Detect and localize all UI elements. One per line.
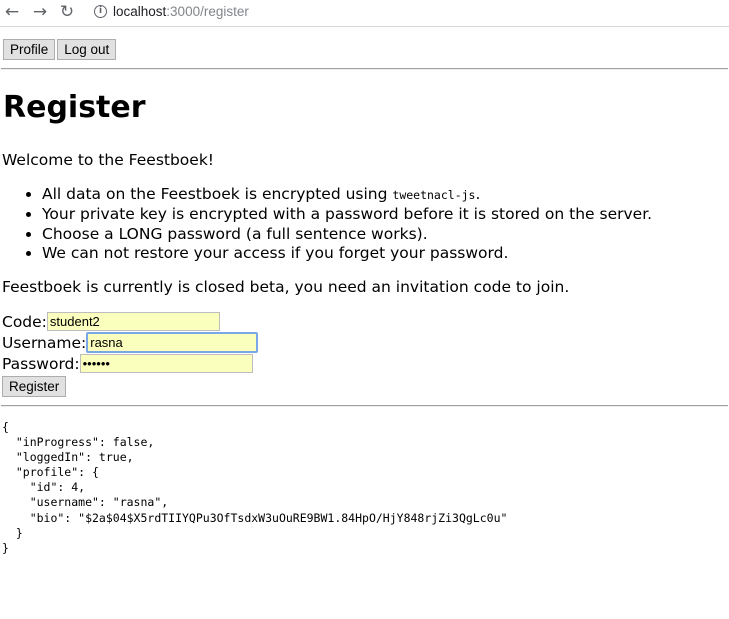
profile-button[interactable]: Profile bbox=[3, 39, 56, 60]
address-bar[interactable]: i localhost:3000/register bbox=[86, 1, 729, 23]
logout-button[interactable]: Log out bbox=[57, 39, 117, 60]
username-input[interactable] bbox=[86, 332, 259, 353]
back-arrow-icon[interactable]: ← bbox=[2, 3, 22, 23]
state-json-dump: { "inProgress": false, "loggedIn": true,… bbox=[2, 420, 508, 555]
list-item-text: All data on the Feestboek is encrypted u… bbox=[42, 185, 393, 203]
welcome-text: Welcome to the Feestboek! bbox=[2, 151, 215, 169]
list-item: All data on the Feestboek is encrypted u… bbox=[42, 185, 652, 205]
beta-note: Feestboek is currently is closed beta, y… bbox=[2, 278, 570, 296]
username-row: Username: bbox=[2, 332, 259, 354]
divider-top bbox=[1, 68, 728, 70]
reload-icon[interactable]: ↻ bbox=[57, 3, 77, 23]
list-item-suffix: . bbox=[475, 185, 481, 203]
list-item: Choose a LONG password (a full sentence … bbox=[42, 225, 652, 244]
account-toolbar: Profile Log out bbox=[3, 39, 117, 60]
password-input[interactable] bbox=[79, 354, 253, 373]
library-name: tweetnacl-js bbox=[392, 188, 476, 202]
password-label: Password: bbox=[2, 355, 80, 373]
url-host: localhost bbox=[113, 4, 167, 19]
list-item: We can not restore your access if you fo… bbox=[42, 244, 652, 263]
list-item: Your private key is encrypted with a pas… bbox=[42, 205, 652, 224]
username-label: Username: bbox=[2, 334, 87, 352]
password-row: Password: bbox=[2, 354, 253, 375]
info-list: All data on the Feestboek is encrypted u… bbox=[2, 185, 652, 263]
register-button[interactable]: Register bbox=[2, 376, 67, 397]
page-title: Register bbox=[3, 90, 146, 125]
divider-bottom bbox=[1, 405, 728, 407]
info-icon[interactable]: i bbox=[94, 5, 107, 18]
code-label: Code: bbox=[2, 313, 47, 331]
browser-toolbar: ← → ↻ i localhost:3000/register bbox=[0, 0, 729, 27]
url-text: localhost:3000/register bbox=[113, 4, 249, 19]
url-path: :3000/register bbox=[166, 4, 249, 19]
forward-arrow-icon[interactable]: → bbox=[30, 3, 50, 23]
code-row: Code: bbox=[2, 312, 220, 333]
code-input[interactable] bbox=[46, 312, 220, 331]
